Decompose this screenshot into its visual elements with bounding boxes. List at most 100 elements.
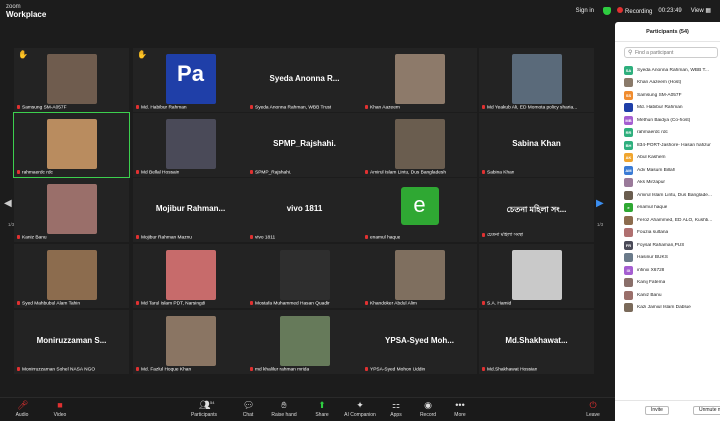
next-page-arrow-icon[interactable]: ▶ <box>596 198 604 209</box>
participant-row[interactable]: e enamul haque <box>624 202 720 215</box>
mic-muted-icon <box>17 366 20 371</box>
tile-name-text: চেতনা মহিলা সংস্থা <box>487 233 524 238</box>
unmute-button[interactable]: Unmute me <box>693 406 720 415</box>
participant-video: Pa <box>165 54 216 104</box>
zoom-app-window: zoom Workplace Sign in Recording 00:23:4… <box>0 0 720 421</box>
participant-tile[interactable]: Md Yeakub Ali, ED Momota policy sharia..… <box>479 48 594 112</box>
participant-row[interactable]: Hasinur BUKS <box>624 252 720 265</box>
avatar: SS <box>624 90 633 100</box>
more-button[interactable]: ••• More <box>440 401 480 419</box>
avatar: AK <box>624 153 633 163</box>
participant-row[interactable]: Kaniz Banu <box>624 289 720 302</box>
participant-row[interactable]: SA Syeda Anonna Rahman, WBB T... <box>624 64 720 77</box>
participant-row[interactable]: SS Samsung SM-A057F <box>624 89 720 102</box>
participant-tile[interactable]: YPSA-Syed Moh... YPSA-Syed Mohon Uddin <box>362 310 477 374</box>
mic-muted-icon <box>250 234 253 239</box>
participant-tile[interactable]: Syeda Anonna R... Syeda Anonna Rahman, WB… <box>247 48 362 112</box>
video-button[interactable]: ■ Video <box>40 401 80 419</box>
participant-row[interactable]: AK Abul Kashem <box>624 152 720 165</box>
prev-page-arrow-icon[interactable]: ◀ <box>4 198 12 209</box>
participant-tile[interactable]: vivo 1811 vivo 1811 <box>247 178 362 242</box>
participant-row[interactable]: Fouzia sultana <box>624 227 720 240</box>
participant-tile[interactable]: Md. Fazlul Hoque Khan <box>133 310 248 374</box>
participant-row[interactable]: Kazi Jamiul Islam Dablue <box>624 302 720 315</box>
view-button[interactable]: View ▦ <box>688 6 714 15</box>
raise-hand-button[interactable]: ✋︎ Raise hand <box>264 401 304 419</box>
participant-row[interactable]: Feroz Ahammed, ED ALO, Kushti... <box>624 214 720 227</box>
participant-row[interactable]: RR rahmaerdc rdc <box>624 127 720 140</box>
participant-tile[interactable]: Mojibur Rahman... Mojibur Rahman Maznu <box>133 178 248 242</box>
participants-button[interactable]: 👥︎ 54 Participants <box>184 400 224 418</box>
sign-in-button[interactable]: Sign in <box>573 7 597 15</box>
avatar <box>624 178 633 188</box>
tile-name-label: Monirruzzaman Sohel NASA NGO <box>17 366 95 372</box>
participant-tile[interactable]: Md Bellal Hossain <box>133 113 248 177</box>
chat-button[interactable]: 💬︎ Chat <box>228 401 268 419</box>
avatar: FR <box>624 240 633 250</box>
participant-row[interactable]: Khan Aazeem (Host) <box>624 77 720 90</box>
tile-name-text: Kaniz Banu <box>22 235 47 240</box>
participant-tile[interactable]: Pa ✋ Md. Habibur Rahman <box>133 48 248 112</box>
participant-tile[interactable]: Kaniz Banu <box>14 178 129 242</box>
search-icon: ⚲ <box>628 50 633 56</box>
participant-tile[interactable]: e enamul haque <box>362 178 477 242</box>
tile-display-name: YPSA-Syed Moh... <box>385 336 454 345</box>
participant-tile[interactable]: Khan Aazeem <box>362 48 477 112</box>
participant-row[interactable]: IX infinix X6728 <box>624 264 720 277</box>
tile-display-name: Mojibur Rahman... <box>155 204 226 213</box>
participants-label: Participants <box>190 412 218 418</box>
participant-tile[interactable]: rahmaerdc rdc <box>13 112 130 178</box>
mic-muted-icon <box>17 300 20 305</box>
participant-list: SA Syeda Anonna Rahman, WBB T... Khan Aaze… <box>624 64 720 314</box>
leave-button[interactable]: ⏻ Leave <box>578 401 608 419</box>
participant-row[interactable]: Amirul Islam Lintu, Dus Banglade... <box>624 189 720 202</box>
avatar <box>624 103 633 113</box>
apps-label: Apps <box>390 412 402 418</box>
tile-name-label: Khandoker Abdul Alim <box>365 300 417 306</box>
participant-tile[interactable]: Moniruzzaman S... Monirruzzaman Sohel NAS… <box>14 310 129 374</box>
tile-name-text: Khan Aazeem <box>370 105 400 110</box>
audio-button[interactable]: 🎤︎ Audio <box>2 401 42 419</box>
participant-row[interactable]: Kanij Fatema <box>624 277 720 290</box>
participant-name: 834-PORT-Jashore- Hasan hafizur <box>637 142 711 148</box>
shield-icon[interactable] <box>603 6 612 15</box>
mic-muted-icon <box>250 300 253 305</box>
share-screen-icon: ⬆ <box>318 400 326 410</box>
participant-tile[interactable]: Sabina Khan Sabina Khan <box>479 113 594 177</box>
participant-tile[interactable]: চেতনা মহিলা সং... চেতনা মহিলা সংস্থা <box>479 178 594 242</box>
participant-video <box>511 54 562 104</box>
top-right-controls: Sign in Recording 00:23:49 View ▦ <box>573 6 714 15</box>
participant-row[interactable]: Aks Mirzapur <box>624 177 720 190</box>
tile-name-text: S.A. Hamid <box>487 301 512 306</box>
participant-row[interactable]: FR Foysal Rahaman,PUS <box>624 239 720 252</box>
participant-search[interactable]: ⚲ <box>624 47 718 58</box>
participant-tile[interactable]: S.A. Hamid <box>479 244 594 308</box>
mic-muted-icon <box>17 169 20 174</box>
recording-indicator[interactable]: Recording <box>617 6 652 15</box>
participant-tile[interactable]: md khalilur rahman mrida <box>247 310 362 374</box>
invite-button[interactable]: Invite <box>645 406 669 415</box>
participant-tile[interactable]: Md.Shakhawat... Md.Shakhawat Hossian <box>479 310 594 374</box>
participant-row[interactable]: AM Adv Masum Billah <box>624 164 720 177</box>
participant-video <box>165 250 216 300</box>
tile-name-label: Md Yeakub Ali, ED Momota policy sharia..… <box>482 104 577 110</box>
participant-tile[interactable]: Khandoker Abdul Alim <box>362 244 477 308</box>
avatar <box>624 190 633 200</box>
participant-name: Kazi Jamiul Islam Dablue <box>637 305 691 311</box>
participant-tile[interactable]: Md Tarul Islam PDT, Narsingdi <box>133 244 248 308</box>
participant-tile[interactable]: Mostafa Muhammed Hasan Quadir <box>247 244 362 308</box>
share-button[interactable]: ⬆ Share <box>302 400 342 419</box>
participant-row[interactable]: BH 834-PORT-Jashore- Hasan hafizur <box>624 139 720 152</box>
search-input[interactable] <box>635 49 715 57</box>
tile-name-label: vivo 1811 <box>250 234 275 240</box>
participant-tile[interactable]: SPMP_Rajshahi. SPMP_Rajshahi. <box>247 113 362 177</box>
participant-row[interactable]: MB Methun Baidya (Co-host) <box>624 114 720 127</box>
tile-name-label: Mojibur Rahman Maznu <box>136 234 192 240</box>
participant-tile[interactable]: ✋ Samsung SM-A057F <box>14 48 129 112</box>
participants-panel: Participants (54) ⚲ SA Syeda Anonna Rahma… <box>615 22 720 421</box>
participant-row[interactable]: Md. Habibur Rahman <box>624 102 720 115</box>
tile-display-name: Sabina Khan <box>512 139 561 148</box>
participant-tile[interactable]: Syed Mahbubul Alam Tahin <box>14 244 129 308</box>
participant-tile[interactable]: Amirul Islam Lintu, Dus Bangladesh <box>362 113 477 177</box>
ai-companion-button[interactable]: ✦ AI Companion <box>340 401 380 419</box>
